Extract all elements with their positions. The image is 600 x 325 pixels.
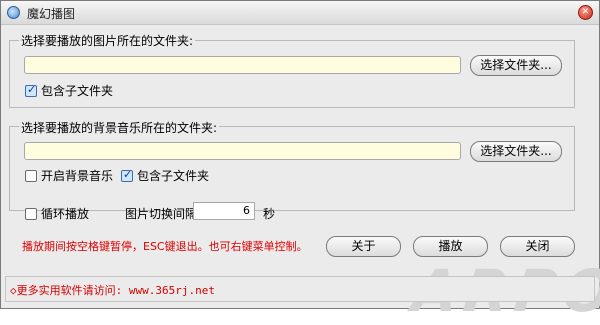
enable-music-checkbox[interactable] (25, 169, 37, 182)
music-folder-path-input[interactable] (24, 142, 461, 160)
loop-play-label: 循环播放 (41, 207, 90, 221)
loop-play-checkbox[interactable] (25, 207, 37, 220)
title-bar[interactable]: 魔幻播图 ✕ (1, 1, 599, 25)
app-icon (7, 6, 20, 19)
music-browse-button[interactable]: 选择文件夹... (470, 141, 562, 162)
interval-label: 图片切换间隔: (125, 207, 202, 221)
play-button[interactable]: 播放 (413, 236, 488, 257)
enable-music[interactable]: 开启背景音乐 (25, 167, 113, 184)
close-icon: ✕ (581, 7, 590, 17)
close-button[interactable]: 关闭 (500, 236, 575, 257)
picture-browse-button[interactable]: 选择文件夹... (470, 55, 562, 76)
picture-include-subfolders[interactable]: 包含子文件夹 (25, 82, 113, 99)
main-window: 魔幻播图 ✕ ARPON 选择要播放的图片所在的文件夹: 选择文件夹... 包含… (0, 0, 600, 325)
client-area: ARPON 选择要播放的图片所在的文件夹: 选择文件夹... 包含子文件夹 选择… (1, 25, 600, 325)
enable-music-label: 开启背景音乐 (41, 169, 114, 183)
music-folder-label: 选择要播放的背景音乐所在的文件夹: (19, 119, 220, 136)
usage-notice: 播放期间按空格键暂停，ESC键退出。也可右键菜单控制。 (22, 240, 308, 253)
window-title: 魔幻播图 (27, 7, 76, 21)
about-button[interactable]: 关于 (326, 236, 401, 257)
footer-link[interactable]: ◇更多实用软件请访问: www.365rj.net (10, 282, 215, 298)
interval-input[interactable]: 6 (193, 202, 255, 220)
picture-folder-path-input[interactable] (24, 56, 461, 74)
loop-play[interactable]: 循环播放 (25, 205, 89, 222)
picture-include-subfolders-checkbox[interactable] (25, 83, 37, 97)
music-include-subfolders-checkbox[interactable] (121, 168, 133, 182)
music-include-subfolders-label: 包含子文件夹 (137, 169, 210, 183)
window-close-button[interactable]: ✕ (578, 5, 593, 20)
picture-folder-label: 选择要播放的图片所在的文件夹: (19, 32, 196, 49)
interval-unit: 秒 (263, 207, 276, 221)
footer-bar: ◇更多实用软件请访问: www.365rj.net (5, 276, 595, 302)
picture-include-subfolders-label: 包含子文件夹 (41, 84, 114, 98)
music-include-subfolders[interactable]: 包含子文件夹 (121, 167, 209, 184)
